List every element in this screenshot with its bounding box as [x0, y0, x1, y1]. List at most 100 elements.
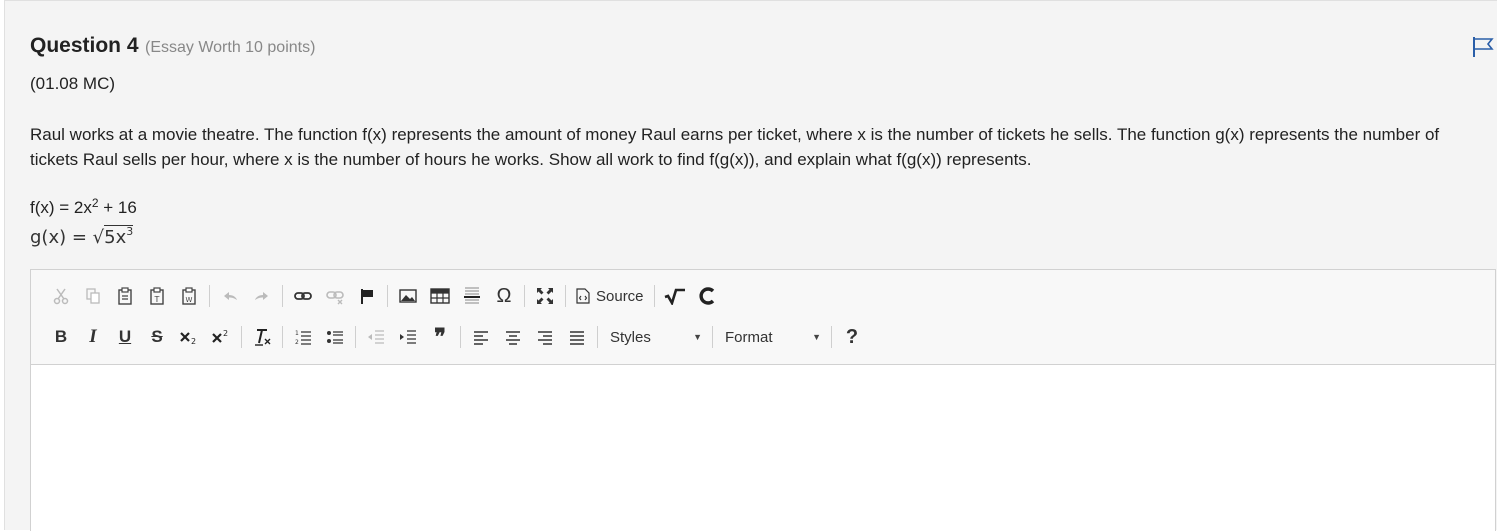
question-header: Question 4 (Essay Worth 10 points) — [30, 34, 315, 58]
align-center-icon — [506, 331, 520, 345]
maximize-icon — [537, 288, 553, 304]
undo-button[interactable] — [214, 282, 246, 310]
maximize-button[interactable] — [529, 282, 561, 310]
svg-text:1: 1 — [295, 330, 299, 337]
bulleted-list-icon — [327, 331, 343, 344]
toolbar-separator — [209, 285, 210, 307]
toolbar-separator — [241, 326, 242, 348]
table-icon — [430, 288, 450, 304]
toolbar-separator — [282, 285, 283, 307]
anchor-button[interactable] — [351, 282, 383, 310]
math-sqrt-button[interactable] — [659, 282, 691, 310]
copy-button[interactable] — [77, 282, 109, 310]
superscript-button[interactable]: 2 — [205, 323, 237, 351]
square-root-icon — [664, 288, 685, 305]
toolbar-row-1: T W Ω Source — [45, 281, 723, 311]
toolbar-separator — [524, 285, 525, 307]
numbered-list-button[interactable]: 12 — [287, 323, 319, 351]
strikethrough-button[interactable]: S — [141, 323, 173, 351]
toolbar-separator — [387, 285, 388, 307]
svg-text:2: 2 — [191, 337, 196, 346]
source-button[interactable]: Source — [570, 282, 650, 310]
numbered-list-icon: 12 — [295, 330, 311, 346]
link-button[interactable] — [287, 282, 319, 310]
chevron-down-icon: ▼ — [693, 332, 702, 342]
paste-word-button[interactable]: W — [173, 282, 205, 310]
subscript-button[interactable]: 2 — [173, 323, 205, 351]
c-logo-icon — [699, 287, 714, 305]
svg-text:2: 2 — [223, 329, 228, 338]
superscript-icon: 2 — [212, 329, 228, 343]
blockquote-button[interactable]: ❞ — [424, 323, 456, 351]
justify-button[interactable] — [561, 323, 593, 351]
image-button[interactable] — [392, 282, 424, 310]
function-g: g(x) = √5x3 — [30, 225, 134, 248]
source-icon — [576, 288, 590, 304]
align-center-button[interactable] — [497, 323, 529, 351]
paste-word-icon: W — [182, 287, 196, 305]
cut-button[interactable] — [45, 282, 77, 310]
toolbar-separator — [565, 285, 566, 307]
horizontal-line-icon — [464, 287, 480, 304]
toolbar-separator — [653, 285, 655, 307]
help-button[interactable]: ? — [836, 323, 868, 351]
bold-button[interactable]: B — [45, 323, 77, 351]
table-button[interactable] — [424, 282, 456, 310]
outdent-icon — [368, 330, 384, 344]
bulleted-list-button[interactable] — [319, 323, 351, 351]
paste-icon — [118, 287, 132, 305]
flag-icon — [1473, 37, 1494, 57]
svg-text:W: W — [186, 296, 193, 304]
undo-icon — [224, 292, 237, 300]
question-text: Raul works at a movie theatre. The funct… — [30, 125, 1440, 169]
editor-text-area[interactable] — [31, 365, 1495, 532]
copy-icon — [86, 288, 100, 304]
unlink-button[interactable] — [319, 282, 351, 310]
toolbar-separator — [712, 326, 713, 348]
paste-button[interactable] — [109, 282, 141, 310]
source-label: Source — [596, 287, 644, 305]
chemistry-button[interactable] — [691, 282, 723, 310]
indent-icon — [400, 330, 416, 344]
indent-button[interactable] — [392, 323, 424, 351]
redo-button[interactable] — [246, 282, 278, 310]
align-right-button[interactable] — [529, 323, 561, 351]
paste-text-button[interactable]: T — [141, 282, 173, 310]
unlink-icon — [326, 291, 344, 305]
question-worth: (Essay Worth 10 points) — [144, 39, 316, 56]
format-dropdown[interactable]: Format ▼ — [717, 323, 827, 351]
chevron-down-icon: ▼ — [812, 332, 821, 342]
justify-icon — [570, 331, 584, 345]
redo-icon — [255, 292, 268, 300]
flag-question-button[interactable] — [1471, 36, 1495, 58]
styles-dropdown[interactable]: Styles ▼ — [602, 323, 708, 351]
image-icon — [399, 289, 417, 303]
toolbar-separator — [282, 326, 283, 348]
italic-button[interactable]: I — [77, 323, 109, 351]
subscript-icon: 2 — [180, 332, 196, 346]
editor-toolbar: T W Ω Source B I U S 2 2 1 2 ❞ Styles ▼ … — [31, 270, 1495, 365]
align-right-icon — [538, 331, 552, 345]
omega-icon: Ω — [496, 284, 512, 307]
question-panel: Question 4 (Essay Worth 10 points) (01.0… — [4, 0, 1497, 532]
format-label: Format — [725, 328, 773, 346]
remove-format-icon — [255, 329, 271, 346]
toolbar-separator — [355, 326, 356, 348]
styles-label: Styles — [610, 328, 651, 346]
outdent-button[interactable] — [360, 323, 392, 351]
paste-text-icon: T — [150, 287, 164, 305]
underline-button[interactable]: U — [109, 323, 141, 351]
rich-text-editor: T W Ω Source B I U S 2 2 1 2 ❞ Styles ▼ … — [30, 269, 1496, 532]
remove-format-button[interactable] — [246, 323, 278, 351]
svg-text:T: T — [154, 295, 160, 304]
toolbar-row-2: B I U S 2 2 12 ❞ Styles ▼ Format ▼ ? — [45, 322, 868, 352]
toolbar-separator — [831, 326, 832, 348]
link-icon — [294, 292, 312, 300]
question-code: (01.08 MC) — [30, 74, 116, 93]
anchor-flag-icon — [361, 289, 373, 304]
special-char-button[interactable]: Ω — [488, 282, 520, 310]
align-left-icon — [474, 331, 488, 345]
align-left-button[interactable] — [465, 323, 497, 351]
horizontal-line-button[interactable] — [456, 282, 488, 310]
cut-icon — [53, 288, 69, 305]
